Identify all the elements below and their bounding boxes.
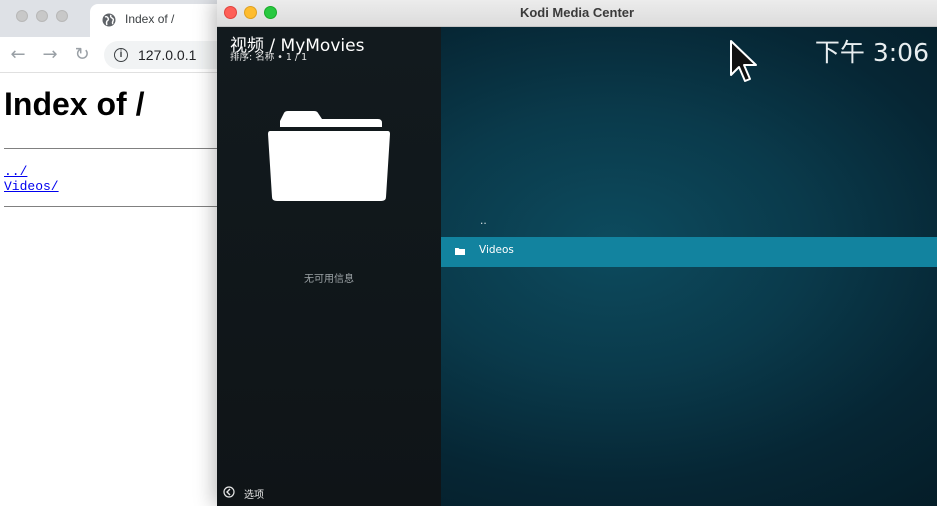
parent-directory-link[interactable]: ../ <box>4 164 27 179</box>
kodi-content: 视频 / MyMovies 排序: 名称 • 1 / 1 无可用信息 选项 下午… <box>217 27 937 506</box>
url-text[interactable]: 127.0.0.1 <box>138 47 196 63</box>
globe-icon <box>102 13 116 27</box>
browser-close-button[interactable] <box>16 10 28 22</box>
forward-arrow-icon[interactable]: → <box>40 45 60 65</box>
kodi-window-title: Kodi Media Center <box>519 5 635 20</box>
tab-title: Index of / <box>125 12 175 26</box>
mouse-pointer-icon <box>730 40 757 82</box>
sort-info[interactable]: 排序: 名称 • 1 / 1 <box>230 49 307 63</box>
kodi-title-bar: Kodi Media Center <box>217 0 937 27</box>
clock: 下午 3:06 <box>814 38 929 67</box>
folder-icon <box>268 111 390 201</box>
list-item-parent[interactable]: .. <box>441 209 937 239</box>
list-item-videos[interactable]: Videos <box>441 237 937 267</box>
info-icon[interactable]: i <box>114 48 128 62</box>
back-arrow-icon[interactable]: ← <box>8 45 28 65</box>
options-button[interactable]: 选项 <box>244 486 264 501</box>
videos-directory-link[interactable]: Videos/ <box>4 179 59 194</box>
page-title: Index of / <box>4 86 145 122</box>
list-item-label: .. <box>480 215 487 227</box>
divider <box>4 206 244 207</box>
no-info-text: 无可用信息 <box>304 274 354 285</box>
kodi-window: Kodi Media Center 视频 / MyMovies 排序: 名称 •… <box>217 0 937 506</box>
browser-zoom-button[interactable] <box>56 10 68 22</box>
reload-icon[interactable]: ↻ <box>72 45 92 65</box>
list-item-label: Videos <box>479 244 514 256</box>
options-arrow-icon[interactable] <box>223 486 235 498</box>
divider <box>4 148 244 149</box>
folder-small-icon <box>455 248 465 255</box>
browser-minimize-button[interactable] <box>36 10 48 22</box>
info-panel: 视频 / MyMovies 排序: 名称 • 1 / 1 无可用信息 选项 <box>217 27 441 506</box>
